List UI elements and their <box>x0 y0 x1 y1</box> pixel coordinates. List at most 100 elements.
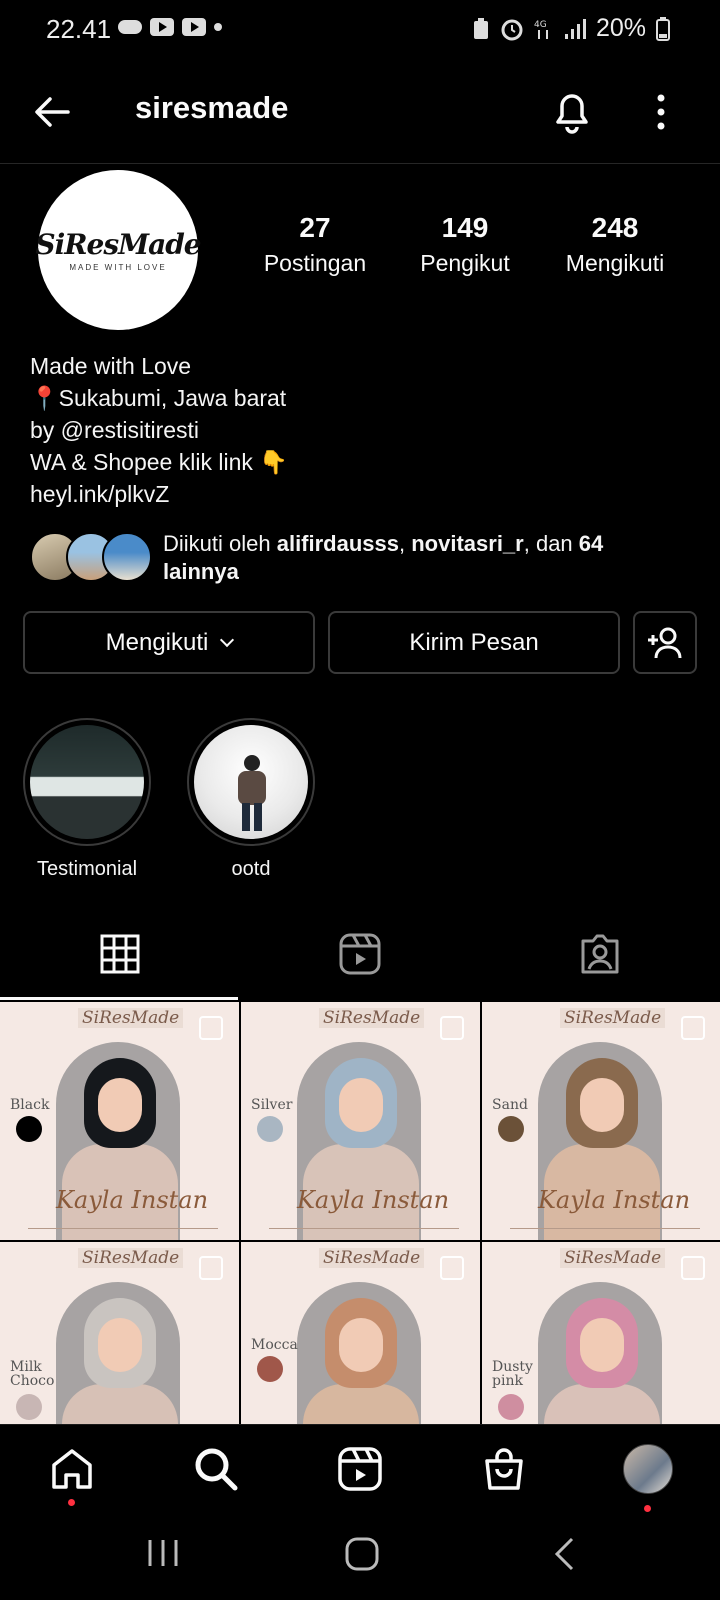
highlight-ring <box>187 718 315 846</box>
post-brand: SiResMade <box>78 1248 184 1268</box>
stat-following[interactable]: 248 Mengikuti <box>540 212 690 277</box>
stat-followers[interactable]: 149 Pengikut <box>390 212 540 277</box>
multiple-posts-icon <box>440 1016 464 1040</box>
chevron-down-icon <box>220 632 235 647</box>
battery-icon <box>656 16 670 41</box>
back-button-icon[interactable] <box>552 1536 576 1572</box>
nav-profile[interactable] <box>622 1443 674 1495</box>
post-brand: SiResMade <box>319 1248 425 1268</box>
home-notification-dot <box>68 1499 75 1506</box>
highlight-testimonial[interactable]: Testimonial <box>22 718 152 881</box>
battery-saver-icon <box>473 17 488 39</box>
bell-icon[interactable] <box>548 84 596 136</box>
bio-location: 📍Sukabumi, Jawa barat <box>30 385 287 411</box>
nav-reels[interactable] <box>334 1443 386 1495</box>
highlight-cover-photo <box>194 725 308 839</box>
active-tab-indicator <box>0 997 238 1000</box>
post-brand: SiResMade <box>560 1248 666 1268</box>
model-face <box>339 1318 383 1372</box>
post-color-name: Mocca <box>251 1337 298 1353</box>
avatar-logo-subtext: MADE WITH LOVE <box>69 263 167 272</box>
grid-post[interactable]: SiResMade Black Kayla Instan <box>0 1002 239 1240</box>
profile-notification-dot <box>644 1505 651 1512</box>
post-color-name: Black <box>10 1097 50 1113</box>
own-profile-avatar <box>623 1444 673 1494</box>
profile-tabs <box>0 908 720 1000</box>
color-swatch <box>257 1356 283 1382</box>
color-swatch <box>498 1394 524 1420</box>
search-icon <box>195 1448 238 1491</box>
battery-percent: 20% <box>595 14 646 42</box>
profile-bio: Made with Love 📍Sukabumi, Jawa barat by … <box>30 350 288 510</box>
tab-reels[interactable] <box>240 908 480 1000</box>
tagged-person-icon <box>581 934 619 974</box>
color-swatch <box>16 1394 42 1420</box>
alarm-icon <box>501 19 523 40</box>
back-arrow-icon[interactable] <box>28 88 76 136</box>
recent-apps-icon[interactable] <box>146 1536 180 1570</box>
shopping-bag-icon <box>485 1448 523 1490</box>
nav-shop[interactable] <box>478 1443 530 1495</box>
separator: , <box>399 531 412 556</box>
divider-line <box>28 1228 218 1229</box>
message-button-label: Kirim Pesan <box>409 628 539 656</box>
profile-avatar[interactable]: SiResMade MADE WITH LOVE <box>35 170 202 330</box>
tab-posts-grid[interactable] <box>0 908 240 1000</box>
bio-mention[interactable]: by @restisitiresti <box>30 414 288 446</box>
profile-header: siresmade <box>0 60 720 164</box>
avatar-logo-text: SiResMade <box>35 228 201 261</box>
grid-post[interactable]: SiResMade Silver Kayla Instan <box>241 1002 480 1240</box>
cloud-icon <box>118 20 142 34</box>
more-options-icon[interactable] <box>646 90 676 134</box>
post-product-name: Kayla Instan <box>538 1186 691 1214</box>
nav-search[interactable] <box>190 1443 242 1495</box>
model-face <box>98 1318 142 1372</box>
following-button[interactable]: Mengikuti <box>23 611 315 674</box>
separator: , dan <box>523 531 579 556</box>
model-face <box>580 1318 624 1372</box>
home-icon <box>52 1449 92 1489</box>
tab-tagged[interactable] <box>480 908 720 1000</box>
stat-posts[interactable]: 27 Postingan <box>240 212 390 277</box>
multiple-posts-icon <box>199 1016 223 1040</box>
stat-posts-label: Postingan <box>263 250 367 276</box>
youtube-icon <box>182 18 206 36</box>
post-color-name: Silver <box>251 1097 293 1113</box>
color-swatch <box>257 1116 283 1142</box>
profile-stats: 27 Postingan 149 Pengikut 248 Mengikuti <box>240 212 690 277</box>
nav-home[interactable] <box>46 1443 98 1495</box>
4g-icon: 4G <box>534 20 548 39</box>
post-color-name: Dusty pink <box>492 1359 533 1389</box>
system-navigation-bar <box>0 1514 720 1600</box>
followed-by[interactable]: Diikuti oleh alifirdausss, novitasri_r, … <box>30 530 690 590</box>
reels-icon <box>339 933 381 975</box>
grid-post[interactable]: SiResMade Sand Kayla Instan <box>482 1002 720 1240</box>
add-person-icon <box>648 627 682 658</box>
svg-text:4G: 4G <box>534 20 547 30</box>
highlight-ootd[interactable]: ootd <box>186 718 316 881</box>
home-button-icon[interactable] <box>344 1536 380 1572</box>
followed-by-prefix: Diikuti oleh <box>163 531 277 556</box>
multiple-posts-icon <box>681 1256 705 1280</box>
message-button[interactable]: Kirim Pesan <box>328 611 620 674</box>
post-color-name: Milk Choco <box>10 1359 55 1389</box>
bio-link[interactable]: heyl.ink/plkvZ <box>30 478 288 510</box>
post-brand: SiResMade <box>319 1008 425 1028</box>
mutual-user[interactable]: alifirdausss <box>277 531 399 556</box>
suggest-users-button[interactable] <box>633 611 697 674</box>
mutual-avatars <box>30 532 152 584</box>
profile-actions: Mengikuti Kirim Pesan <box>23 611 697 675</box>
multiple-posts-icon <box>199 1256 223 1280</box>
post-brand: SiResMade <box>78 1008 184 1028</box>
system-icons: 4G 20% <box>472 14 670 43</box>
multiple-posts-icon <box>681 1016 705 1040</box>
following-button-label: Mengikuti <box>105 628 209 656</box>
color-swatch <box>16 1116 42 1142</box>
signal-icon <box>564 18 586 39</box>
highlight-label: ootd <box>231 858 271 880</box>
mutual-user[interactable]: novitasri_r <box>411 531 524 556</box>
post-product-name: Kayla Instan <box>56 1186 209 1214</box>
status-time: 22.41 <box>46 14 112 44</box>
grid-icon <box>100 934 140 974</box>
followed-by-text: Diikuti oleh alifirdausss, novitasri_r, … <box>163 530 683 586</box>
